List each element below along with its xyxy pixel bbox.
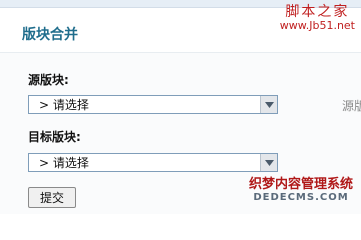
target-select-value: > 请选择 bbox=[39, 156, 89, 170]
source-section-select[interactable]: > 请选择 bbox=[28, 95, 278, 114]
source-trailing-text: 源版 bbox=[342, 99, 361, 113]
source-select-value: > 请选择 bbox=[39, 98, 89, 112]
target-section-select[interactable]: > 请选择 bbox=[28, 153, 278, 172]
submit-button[interactable]: 提交 bbox=[28, 187, 76, 208]
watermark-bottom-url-text: DEDECMS.COM bbox=[253, 192, 349, 204]
target-section-label: 目标版块: bbox=[28, 130, 81, 144]
chevron-down-icon[interactable] bbox=[260, 154, 277, 171]
page-title: 版块合并 bbox=[22, 27, 78, 43]
watermark-chinese-text: 脚本之家 bbox=[285, 4, 350, 20]
watermark-bottom-chinese-text: 织梦内容管理系统 bbox=[248, 177, 353, 192]
source-section-label: 源版块: bbox=[28, 73, 69, 87]
watermark-url-text: www.Jb51.net bbox=[279, 19, 355, 33]
chevron-down-icon[interactable] bbox=[260, 96, 277, 113]
site-watermark-bottom: 织梦内容管理系统 DEDECMS.COM bbox=[248, 177, 353, 204]
site-watermark-top: 脚本之家 www.Jb51.net bbox=[279, 4, 355, 33]
